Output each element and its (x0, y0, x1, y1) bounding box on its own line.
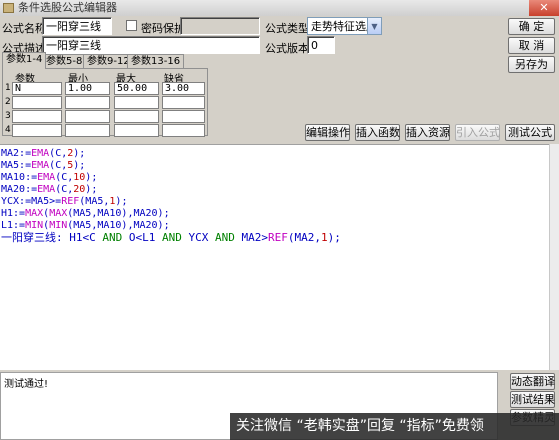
title-bar: 条件选股公式编辑器 ✕ (0, 0, 559, 16)
import-formula-button[interactable]: 引入公式 (455, 124, 500, 141)
param-max-cell[interactable] (114, 110, 159, 123)
row-num: 2 (5, 97, 11, 107)
save-as-button[interactable]: 另存为 (508, 56, 555, 73)
formula-type-select[interactable]: 走势特征选股 ▼ (307, 17, 382, 35)
dynamic-translate-button[interactable]: 动态翻译 (510, 373, 555, 390)
param-max-cell[interactable]: 50.00 (114, 82, 159, 95)
editor-scrollbar[interactable] (549, 144, 559, 370)
name-label: 公式名称 (2, 22, 46, 35)
param-name-cell[interactable] (12, 96, 62, 109)
code-line: MA2:=EMA(C,2); (1, 148, 86, 159)
formula-name-input[interactable]: 一阳穿三线 (42, 17, 112, 35)
version-input[interactable]: 0 (307, 36, 335, 54)
code-line: H1:=MAX(MAX(MA5,MA10),MA20); (1, 208, 170, 219)
code-line: 一阳穿三线: H1<C AND O<L1 AND YCX AND MA2>REF… (1, 231, 341, 244)
tab-params-1-4[interactable]: 参数1-4 (2, 52, 47, 69)
param-default-cell[interactable]: 3.00 (162, 82, 205, 95)
param-min-cell[interactable] (65, 96, 110, 109)
test-formula-button[interactable]: 测试公式 (505, 124, 555, 141)
type-label: 公式类型 (265, 22, 309, 35)
param-default-cell[interactable] (162, 110, 205, 123)
tab-params-13-16[interactable]: 参数13-16 (127, 54, 185, 69)
code-line: YCX:=MA5>=REF(MA5,1); (1, 196, 128, 207)
chevron-down-icon[interactable]: ▼ (367, 18, 381, 34)
window-title: 条件选股公式编辑器 (18, 1, 117, 14)
param-min-cell[interactable] (65, 110, 110, 123)
tab-params-5-8[interactable]: 参数5-8 (42, 54, 87, 69)
row-num: 3 (5, 111, 11, 121)
app-icon (3, 3, 14, 13)
param-max-cell[interactable] (114, 96, 159, 109)
close-button[interactable]: ✕ (529, 0, 559, 16)
password-input[interactable] (180, 17, 260, 35)
row-num: 4 (5, 125, 11, 135)
code-line: MA5:=EMA(C,5); (1, 160, 86, 171)
test-status-text: 测试通过! (4, 379, 49, 390)
password-label: 密码保护 (141, 22, 185, 35)
insert-function-button[interactable]: 插入函数 (355, 124, 400, 141)
formula-desc-input[interactable]: 一阳穿三线 (42, 36, 260, 54)
test-result-button[interactable]: 测试结果 (510, 391, 555, 408)
version-label: 公式版本 (265, 42, 309, 55)
param-default-cell[interactable] (162, 96, 205, 109)
code-line: MA20:=EMA(C,20); (1, 184, 98, 195)
cancel-button[interactable]: 取 消 (508, 37, 555, 54)
param-default-cell[interactable] (162, 124, 205, 137)
param-min-cell[interactable] (65, 124, 110, 137)
password-checkbox[interactable] (126, 20, 137, 31)
param-name-cell[interactable] (12, 110, 62, 123)
row-num: 1 (5, 83, 11, 93)
param-max-cell[interactable] (114, 124, 159, 137)
watermark-banner: 关注微信 “老韩实盘”回复 “指标”免费领 (230, 413, 559, 440)
code-editor[interactable]: MA2:=EMA(C,2); MA5:=EMA(C,5); MA10:=EMA(… (0, 144, 549, 370)
param-name-cell[interactable]: N (12, 82, 62, 95)
param-table: 参数 最小 最大 缺省 1 N 1.00 50.00 3.00 2 3 4 (2, 68, 208, 137)
param-name-cell[interactable] (12, 124, 62, 137)
insert-resource-button[interactable]: 插入资源 (405, 124, 450, 141)
edit-operation-button[interactable]: 编辑操作 (305, 124, 350, 141)
param-min-cell[interactable]: 1.00 (65, 82, 110, 95)
code-line: MA10:=EMA(C,10); (1, 172, 98, 183)
ok-button[interactable]: 确 定 (508, 18, 555, 35)
